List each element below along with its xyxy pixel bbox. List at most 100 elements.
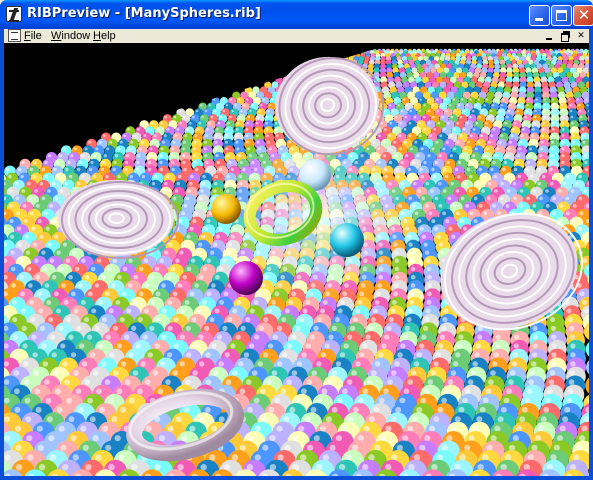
sphere-highlight: [445, 109, 448, 113]
sphere-highlight: [576, 98, 579, 101]
sphere-highlight: [450, 115, 454, 119]
sphere-highlight: [460, 196, 465, 201]
sphere-highlight: [571, 128, 575, 131]
sphere-highlight: [406, 104, 409, 107]
sphere-highlight: [138, 266, 144, 272]
sphere-highlight: [39, 325, 46, 331]
sphere-highlight: [256, 140, 260, 144]
sphere-highlight: [503, 397, 510, 404]
sphere-highlight: [518, 147, 522, 151]
sphere-highlight: [84, 317, 89, 323]
title-bar[interactable]: RIBPreview - [ManySpheres.rib] ✕: [0, 0, 593, 29]
close-button[interactable]: ✕: [573, 5, 593, 26]
sphere-highlight: [426, 300, 432, 305]
sphere-highlight: [54, 234, 59, 239]
sphere-highlight: [450, 425, 457, 432]
sphere-highlight: [206, 258, 211, 263]
sphere-highlight: [578, 174, 582, 179]
sphere-highlight: [87, 397, 93, 404]
sphere-highlight: [149, 325, 155, 331]
sphere-highlight: [397, 352, 403, 358]
sphere-highlight: [561, 154, 565, 158]
sphere-highlight: [320, 308, 326, 314]
sphere-highlight: [98, 300, 104, 305]
sphere-highlight: [182, 160, 186, 165]
sphere-highlight: [404, 115, 408, 119]
sphere-highlight: [532, 334, 538, 340]
sphere-highlight: [357, 397, 364, 404]
sphere-highlight: [70, 291, 76, 297]
sphere-highlight: [570, 109, 573, 113]
rib-app-icon[interactable]: [6, 6, 22, 22]
sphere-highlight: [91, 266, 96, 272]
sphere-highlight: [80, 425, 87, 432]
sphere-highlight: [54, 291, 59, 297]
sphere-highlight: [189, 182, 193, 186]
sphere-highlight: [517, 104, 521, 107]
sphere-highlight: [481, 189, 485, 193]
sphere-highlight: [560, 98, 563, 101]
maximize-button[interactable]: [551, 5, 572, 26]
minimize-button[interactable]: [529, 5, 550, 26]
sphere-highlight: [578, 196, 583, 201]
sphere-highlight: [161, 140, 165, 144]
sphere-highlight: [56, 174, 61, 179]
menu-window[interactable]: Window: [51, 29, 90, 43]
sphere-highlight: [266, 115, 269, 119]
menu-help[interactable]: Help: [93, 29, 116, 43]
sphere-highlight: [424, 317, 430, 323]
sphere-highlight: [487, 115, 491, 119]
sphere-highlight: [66, 317, 72, 323]
sphere-highlight: [443, 167, 447, 172]
sphere-highlight: [408, 134, 412, 138]
sphere-highlight: [352, 317, 358, 323]
render-viewport[interactable]: [4, 43, 589, 476]
child-restore-button[interactable]: [559, 30, 571, 42]
sphere-highlight: [572, 204, 577, 208]
sphere-highlight: [352, 406, 359, 413]
sphere-highlight: [90, 352, 96, 358]
sphere-highlight: [412, 160, 416, 165]
sphere-highlight: [414, 104, 418, 107]
sphere-highlight: [118, 454, 125, 461]
child-minimize-button[interactable]: [543, 30, 555, 41]
sphere-highlight: [141, 121, 144, 125]
sphere-highlight: [247, 115, 251, 119]
sphere-highlight: [438, 343, 444, 349]
sphere-highlight: [58, 425, 65, 432]
sphere-highlight: [23, 379, 30, 385]
sphere-highlight: [578, 109, 582, 113]
child-close-button[interactable]: [575, 30, 587, 41]
sphere-highlight: [136, 167, 140, 172]
sphere-highlight: [539, 154, 543, 158]
sphere-highlight: [372, 140, 376, 144]
menu-file[interactable]: File: [24, 29, 42, 43]
document-icon[interactable]: [8, 29, 21, 42]
sphere-highlight: [494, 343, 500, 349]
sphere-highlight: [531, 134, 534, 138]
sphere-highlight: [400, 160, 404, 165]
sphere-highlight: [59, 266, 64, 272]
sphere-highlight: [569, 334, 576, 340]
sphere-highlight: [521, 406, 528, 413]
sphere-highlight: [469, 174, 473, 179]
sphere-highlight: [47, 242, 53, 247]
sphere-highlight: [120, 406, 127, 413]
sphere-highlight: [146, 128, 150, 131]
sphere-highlight: [550, 182, 554, 186]
sphere-highlight: [49, 258, 55, 263]
sphere-highlight: [410, 258, 415, 263]
sphere-highlight: [549, 160, 554, 165]
sphere-highlight: [155, 291, 161, 297]
sphere-highlight: [4, 454, 11, 461]
sphere-highlight: [161, 283, 166, 288]
sphere-highlight: [23, 361, 29, 367]
sphere-highlight: [419, 98, 422, 101]
sphere-highlight: [4, 435, 11, 442]
sphere-highlight: [62, 464, 69, 471]
sphere-highlight: [469, 115, 472, 119]
sphere-highlight: [37, 291, 42, 297]
sphere-highlight: [138, 147, 142, 151]
sphere-highlight: [150, 300, 155, 305]
sphere-highlight: [114, 154, 119, 158]
